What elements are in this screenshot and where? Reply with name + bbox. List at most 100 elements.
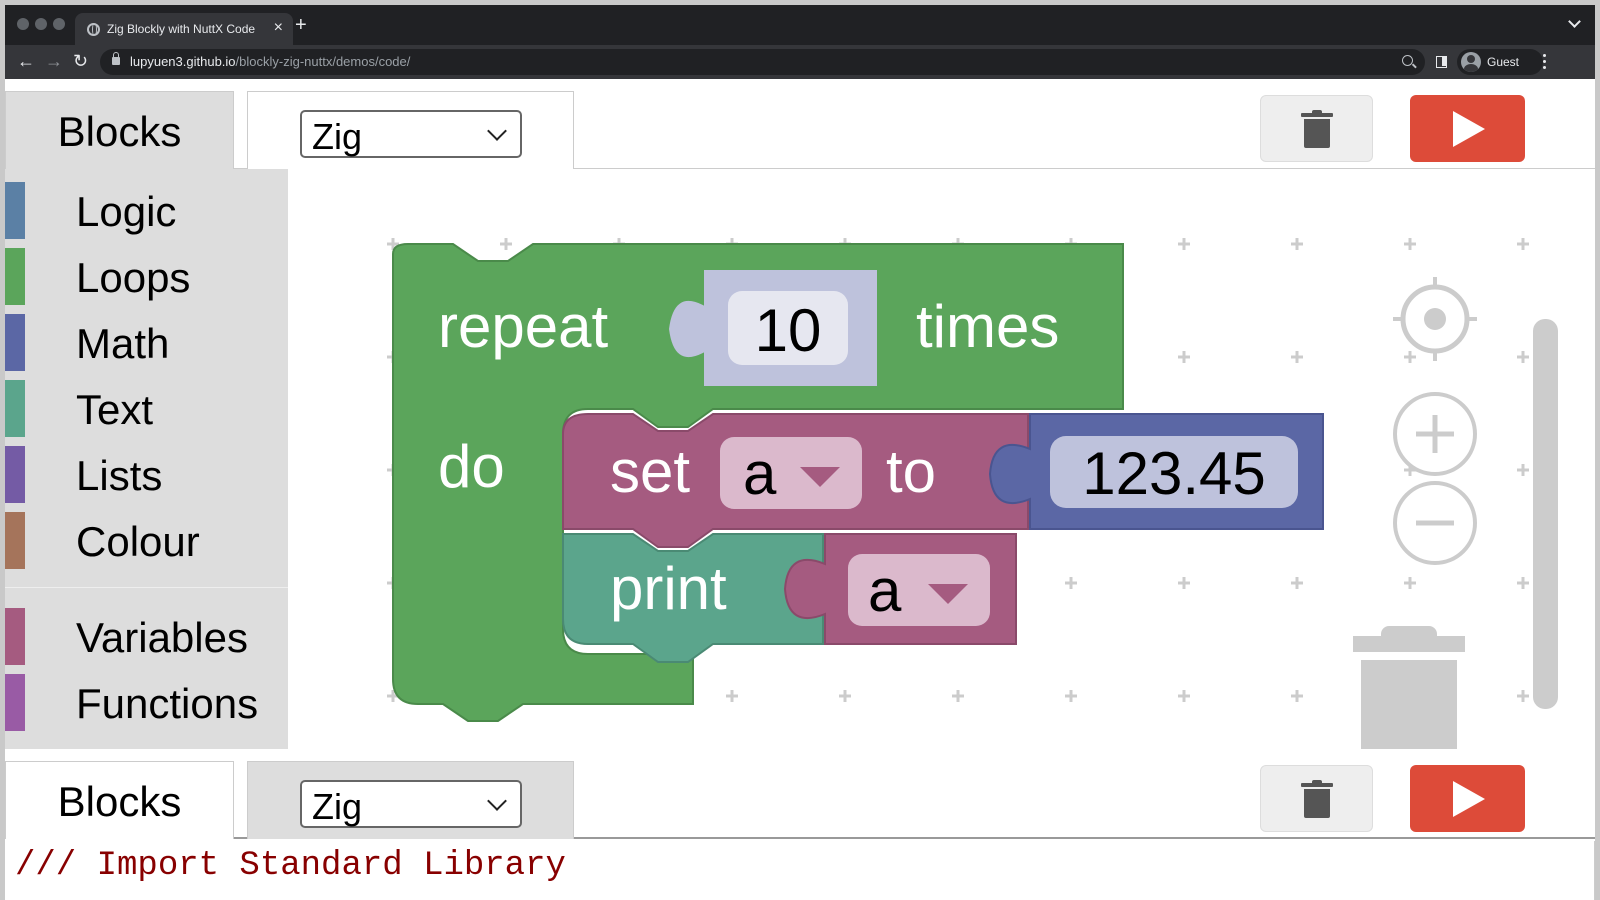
grid-cross: [1291, 238, 1303, 250]
new-tab-button[interactable]: +: [295, 15, 307, 35]
to-label: to: [886, 438, 936, 505]
bottom-tab-bar: Blocks Zig: [5, 749, 1595, 839]
category-color-swatch: [5, 608, 25, 665]
generated-code-panel[interactable]: /// Import Standard Library: [5, 841, 1595, 900]
grid-cross: [1517, 238, 1529, 250]
trash-button[interactable]: [1260, 95, 1373, 162]
trash-icon: [1301, 110, 1333, 148]
browser-tab[interactable]: Zig Blockly with NuttX Code ×: [75, 13, 293, 45]
grid-cross: [839, 690, 851, 702]
grid-cross: [1065, 690, 1077, 702]
toolbox-category-math[interactable]: Math: [5, 311, 288, 371]
toolbox-category-text[interactable]: Text: [5, 377, 288, 437]
tab-language-bottom[interactable]: Zig: [247, 761, 574, 839]
grid-cross: [1517, 690, 1529, 702]
tab-search-chevron-icon[interactable]: [1568, 15, 1581, 28]
trash-button-bottom[interactable]: [1260, 765, 1373, 832]
top-tab-bar: Blocks Zig: [5, 79, 1595, 169]
language-select-bottom[interactable]: Zig: [300, 780, 522, 828]
category-label: Text: [76, 386, 154, 433]
repeat-label: repeat: [438, 293, 608, 360]
zoom-indicator-icon[interactable]: [1402, 55, 1413, 66]
chevron-down-icon: [487, 121, 507, 141]
chevron-down-icon: [487, 791, 507, 811]
grid-cross: [1291, 690, 1303, 702]
category-label: Logic: [76, 188, 177, 235]
category-color-swatch: [5, 248, 25, 305]
side-panel-icon[interactable]: [1436, 56, 1447, 68]
trashcan-body-icon: [1361, 660, 1457, 749]
browser-menu-icon[interactable]: [1543, 54, 1547, 70]
print-label: print: [610, 555, 727, 622]
category-color-swatch: [5, 512, 25, 569]
zoom-out-button[interactable]: [1393, 481, 1477, 565]
zoom-in-button[interactable]: [1393, 392, 1477, 476]
grid-cross: [1065, 577, 1077, 589]
do-label: do: [438, 433, 505, 500]
tab-blocks-bottom[interactable]: Blocks: [5, 761, 234, 839]
variable-dropdown[interactable]: [720, 437, 862, 509]
language-select[interactable]: Zig: [300, 110, 522, 158]
tab-blocks-label: Blocks: [57, 778, 182, 825]
print-variable-name: a: [868, 557, 902, 624]
play-icon: [1453, 111, 1485, 147]
run-button-bottom[interactable]: [1410, 765, 1525, 832]
workspace-trashcan[interactable]: [1353, 624, 1465, 749]
blockly-workspace[interactable]: repeat times do 10 set a to 123.45 print…: [288, 169, 1595, 749]
run-button[interactable]: [1410, 95, 1525, 162]
grid-cross: [500, 238, 512, 250]
lock-icon: [112, 52, 120, 65]
address-bar[interactable]: lupyuen3.github.io/blockly-zig-nuttx/dem…: [100, 49, 1425, 75]
grid-cross: [1178, 351, 1190, 363]
grid-cross: [1404, 577, 1416, 589]
toolbox-separator: [5, 587, 288, 588]
language-select-value: Zig: [312, 786, 363, 827]
window-maximize-dot[interactable]: [53, 18, 65, 30]
browser-window: Zig Blockly with NuttX Code × + ← → ↻ lu…: [5, 5, 1595, 900]
tab-blocks[interactable]: Blocks: [5, 91, 234, 169]
browser-toolbar: ← → ↻ lupyuen3.github.io/blockly-zig-nut…: [5, 45, 1595, 79]
window-close-dot[interactable]: [17, 18, 29, 30]
avatar-icon: [1461, 52, 1481, 72]
grid-cross: [1178, 238, 1190, 250]
set-variable-block[interactable]: set a to: [562, 413, 1029, 548]
toolbox-category-lists[interactable]: Lists: [5, 443, 288, 503]
toolbox-category-loops[interactable]: Loops: [5, 245, 288, 305]
forward-button[interactable]: →: [45, 51, 63, 71]
toolbox-category-functions[interactable]: Functions: [5, 671, 288, 731]
workspace-vertical-scrollbar[interactable]: [1533, 319, 1558, 709]
category-label: Variables: [76, 614, 248, 661]
category-label: Math: [76, 320, 170, 367]
grid-cross: [952, 690, 964, 702]
recenter-button[interactable]: [1393, 277, 1477, 361]
trash-icon: [1301, 780, 1333, 818]
repeat-count-value: 10: [755, 297, 822, 364]
grid-cross: [1517, 577, 1529, 589]
tab-language[interactable]: Zig: [247, 91, 574, 169]
grid-cross: [1291, 351, 1303, 363]
category-label: Functions: [76, 680, 259, 727]
reload-button[interactable]: ↻: [73, 51, 88, 71]
grid-cross: [1178, 577, 1190, 589]
grid-cross: [1517, 351, 1529, 363]
toolbox-category-variables[interactable]: Variables: [5, 605, 288, 665]
close-tab-icon[interactable]: ×: [274, 19, 283, 37]
grid-cross: [726, 690, 738, 702]
grid-cross: [1291, 577, 1303, 589]
profile-button[interactable]: Guest: [1457, 49, 1543, 75]
grid-cross: [1517, 464, 1529, 476]
category-label: Loops: [76, 254, 191, 301]
back-button[interactable]: ←: [17, 51, 35, 71]
set-value: 123.45: [1082, 440, 1266, 507]
toolbox-category-logic[interactable]: Logic: [5, 179, 288, 239]
number-block-value[interactable]: 123.45: [988, 413, 1324, 530]
toolbox-category-colour[interactable]: Colour: [5, 509, 288, 569]
url-text[interactable]: lupyuen3.github.io/blockly-zig-nuttx/dem…: [130, 54, 410, 69]
set-label: set: [610, 438, 690, 505]
profile-name: Guest: [1487, 55, 1520, 69]
window-minimize-dot[interactable]: [35, 18, 47, 30]
code-line: /// Import Standard Library: [15, 847, 566, 885]
tab-strip: Zig Blockly with NuttX Code × +: [5, 5, 1595, 45]
print-block[interactable]: print: [562, 533, 824, 663]
play-icon: [1453, 781, 1485, 817]
